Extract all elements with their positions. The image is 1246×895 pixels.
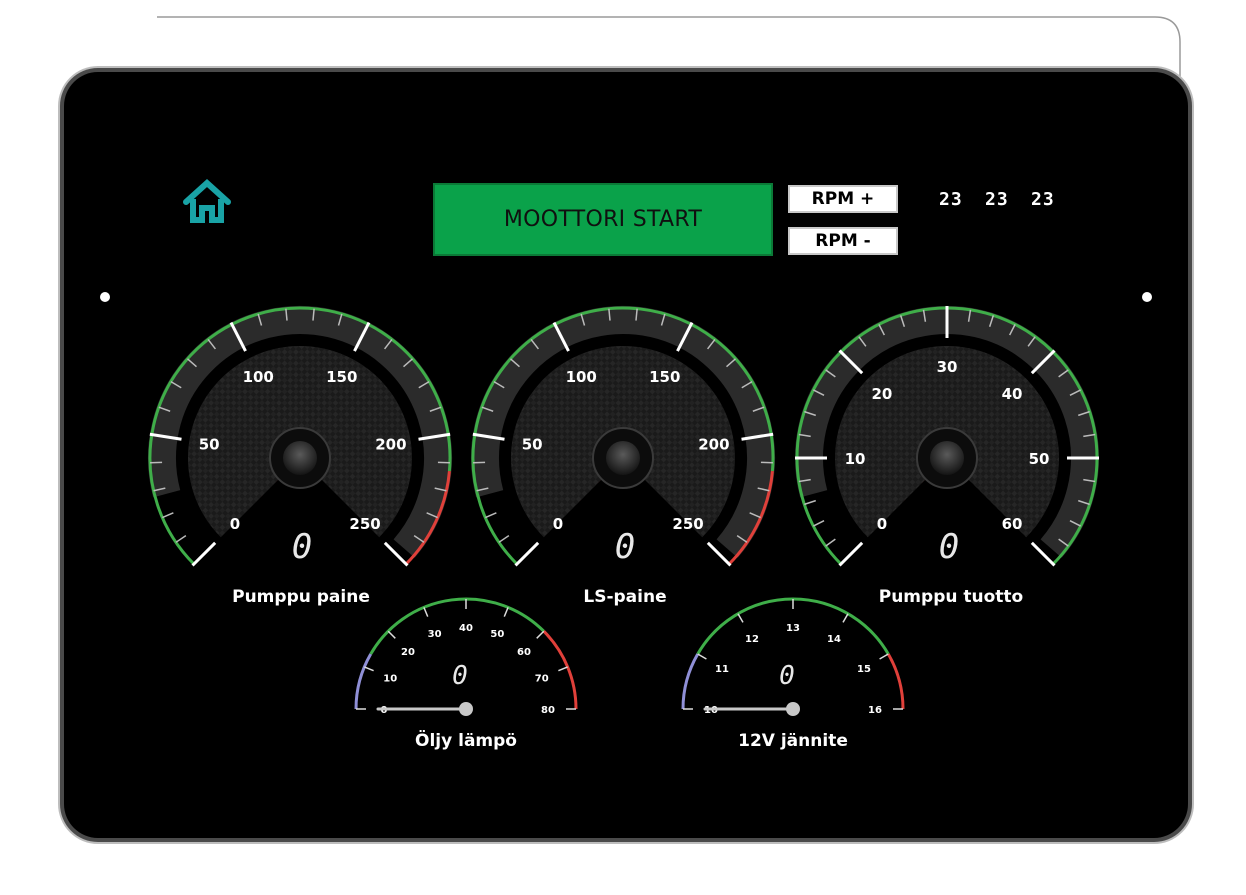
- pump_output-tick-label: 0: [877, 515, 887, 533]
- pump_output-tick-label: 60: [1002, 515, 1023, 533]
- ls_pressure-hub: [606, 441, 640, 475]
- gauge-label-oil-temp: Öljy lämpö: [415, 731, 517, 751]
- voltage-tick: [737, 613, 744, 623]
- voltage-tick: [879, 653, 889, 660]
- pump_output-tick-label: 50: [1029, 450, 1050, 468]
- voltage-blue-arc: [681, 653, 700, 710]
- voltage-tick-label: 13: [786, 623, 800, 634]
- oil_temp-tick-label: 30: [428, 629, 442, 640]
- oil_temp-green-arc: [369, 597, 545, 655]
- oil_temp-tick-label: 80: [541, 705, 555, 716]
- ls_pressure-minor-tick: [485, 512, 497, 519]
- ls_pressure-minor-tick: [498, 534, 510, 543]
- oil_temp-hub: [459, 702, 473, 716]
- pump_pressure-tick-label: 100: [243, 368, 274, 386]
- ls_pressure-tick-label: 100: [566, 368, 597, 386]
- ls_pressure-tick-label: 200: [698, 436, 729, 454]
- pump_output-minor-tick: [804, 499, 816, 506]
- pump_output-major-tick: [838, 541, 864, 567]
- oil_temp-tick: [387, 630, 396, 639]
- pump_output-tick-label: 10: [845, 450, 866, 468]
- ls_pressure-tick-label: 150: [649, 368, 680, 386]
- gauge-label-pump-pressure: Pumppu paine: [232, 587, 370, 607]
- pump_pressure-tick-label: 250: [349, 515, 380, 533]
- pump_pressure-minor-tick: [175, 534, 187, 543]
- oil_temp-readout: 0: [452, 661, 468, 691]
- pump_pressure-tick-label: 50: [199, 436, 220, 454]
- oil_temp-tick: [536, 630, 545, 639]
- pump_output-hub: [930, 441, 964, 475]
- gauge-label-voltage: 12V jännite: [738, 731, 848, 751]
- voltage-tick-label: 11: [715, 664, 729, 675]
- oil_temp-tick: [364, 666, 374, 672]
- oil_temp-tick-label: 10: [383, 674, 397, 685]
- pump_pressure-tick-label: 150: [326, 368, 357, 386]
- pump_output-minor-tick: [825, 538, 836, 547]
- voltage-tick: [842, 613, 849, 623]
- pump_output-tick-label: 40: [1002, 385, 1023, 403]
- oil_temp-tick-label: 40: [459, 623, 473, 634]
- pump_pressure-hub: [283, 441, 317, 475]
- oil_temp-blue-arc: [354, 653, 373, 710]
- voltage-tick-label: 14: [827, 634, 841, 645]
- pump_pressure-minor-tick: [162, 512, 174, 519]
- gauge-label-ls-pressure: LS-paine: [583, 587, 667, 607]
- pump_output-readout: 0: [939, 527, 959, 567]
- voltage-readout: 0: [779, 661, 795, 691]
- ls_pressure-major-tick: [514, 541, 540, 567]
- pump_output-minor-tick: [813, 519, 825, 527]
- voltage-tick-label: 16: [868, 705, 882, 716]
- pump_pressure-readout: 0: [292, 527, 312, 567]
- ls_pressure-readout: 0: [615, 527, 635, 567]
- voltage-tick-label: 12: [745, 634, 759, 645]
- oil_temp-tick: [503, 607, 509, 617]
- voltage-hub: [786, 702, 800, 716]
- pump_pressure-tick-label: 0: [230, 515, 240, 533]
- voltage-tick: [697, 653, 707, 660]
- pump_output-tick-label: 30: [937, 358, 958, 376]
- voltage-red-arc: [886, 653, 905, 710]
- pump_pressure-tick-label: 200: [375, 436, 406, 454]
- voltage-tick-label: 15: [857, 664, 871, 675]
- oil_temp-tick-label: 50: [490, 629, 504, 640]
- oil_temp-tick-label: 70: [535, 674, 549, 685]
- ls_pressure-tick-label: 50: [522, 436, 543, 454]
- gauge-label-pump-output: Pumppu tuotto: [878, 587, 1024, 607]
- oil_temp-tick: [558, 666, 568, 672]
- pump_pressure-major-tick: [191, 541, 217, 567]
- ls_pressure-tick-label: 0: [553, 515, 563, 533]
- gauge-layer: 050100 1502002500050100 150200250001020304…: [148, 306, 1099, 716]
- hmi-panel: MOOTTORI START RPM + RPM - 23 23 23 0 50 1…: [64, 72, 1188, 838]
- ls_pressure-tick-label: 250: [672, 515, 703, 533]
- oil_temp-tick-label: 60: [517, 647, 531, 658]
- pump_output-tick-label: 20: [872, 385, 893, 403]
- oil_temp-tick: [423, 607, 429, 617]
- oil_temp-tick-label: 20: [401, 647, 415, 658]
